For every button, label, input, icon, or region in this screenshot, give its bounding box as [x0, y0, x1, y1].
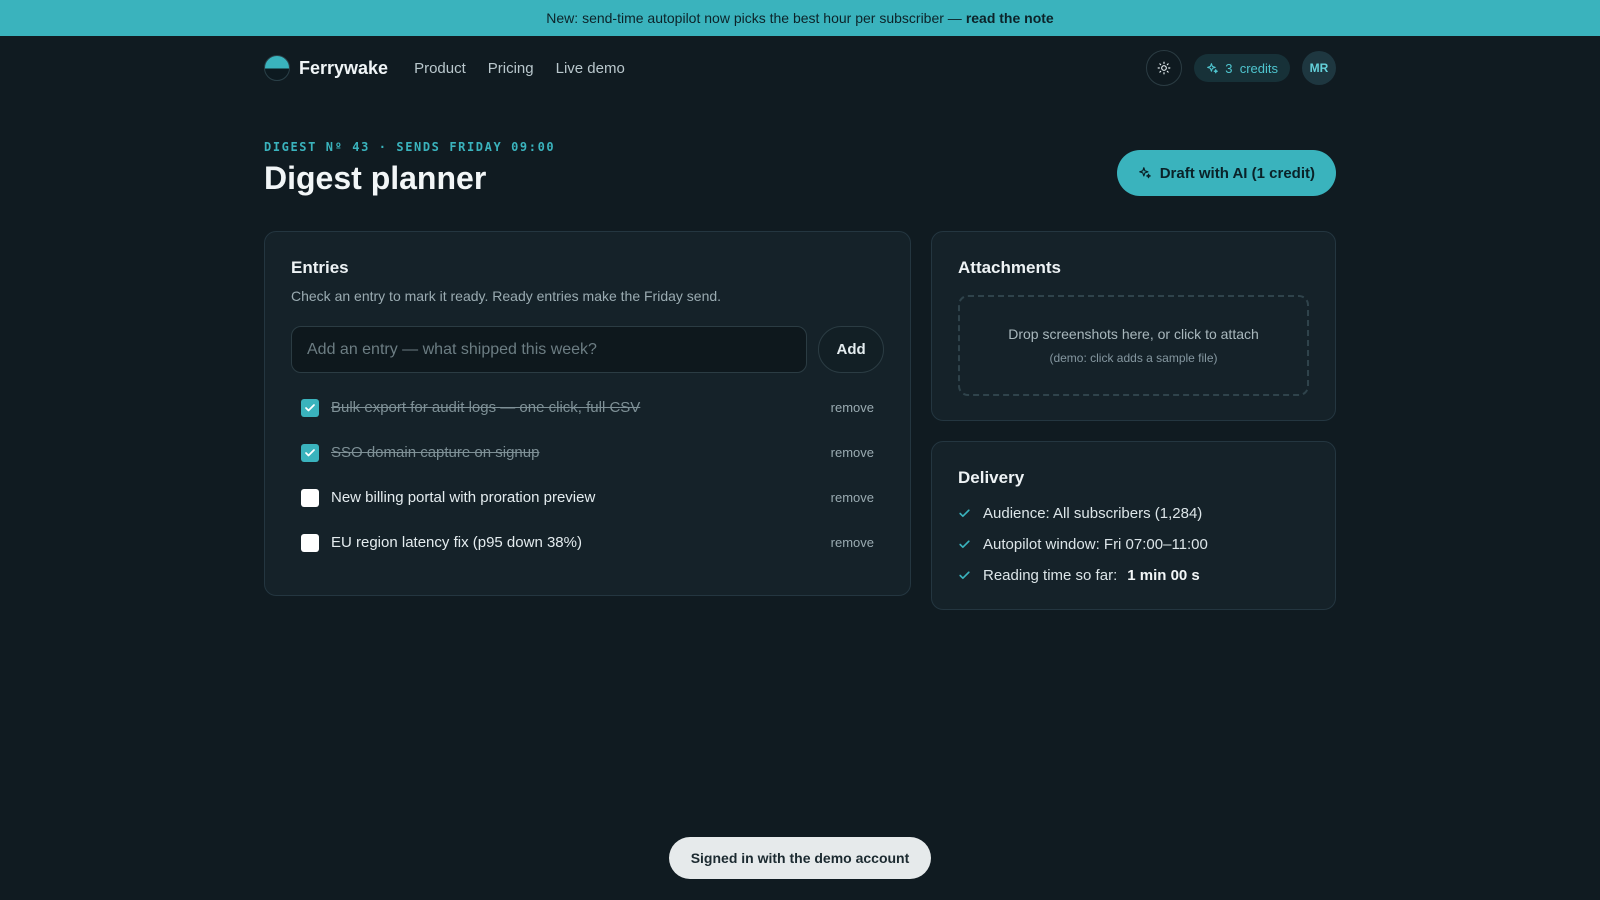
entries-title: Entries: [291, 258, 349, 277]
entry-row: New billing portal with proration previe…: [291, 475, 884, 520]
check-icon: [305, 403, 315, 411]
check-icon: [959, 509, 970, 518]
check-icon: [305, 448, 315, 456]
delivery-item-audience: Audience: All subscribers (1,284): [958, 498, 1309, 529]
entry-checkbox[interactable]: [301, 398, 319, 417]
remove-entry-link[interactable]: remove: [831, 535, 874, 550]
delivery-reading-time-label: Reading time so far:: [983, 567, 1118, 584]
entry-text: New billing portal with proration previe…: [331, 489, 596, 506]
credits-label: 3 credits: [1225, 60, 1278, 76]
brand-name: Ferrywake: [299, 57, 389, 78]
check-icon: [959, 571, 970, 580]
sparkle-icon: [1207, 62, 1219, 73]
entry-text: SSO domain capture on signup: [331, 444, 540, 461]
remove-entry-link[interactable]: remove: [831, 400, 874, 415]
nav-link-live-demo[interactable]: Live demo: [556, 60, 625, 77]
delivery-title: Delivery: [958, 468, 1025, 487]
toast-notification: Signed in with the demo account: [669, 837, 931, 879]
delivery-item-autopilot: Autopilot window: Fri 07:00–11:00: [958, 529, 1309, 560]
announcement-link[interactable]: read the note: [966, 10, 1054, 26]
draft-with-ai-button[interactable]: Draft with AI (1 credit): [1116, 150, 1336, 196]
entry-list: Bulk export for audit logs — one click, …: [291, 385, 884, 565]
delivery-autopilot-label: Autopilot window: Fri 07:00–11:00: [983, 536, 1208, 553]
page-header: DIGEST Nº 43 · SENDS FRIDAY 09:00 Digest…: [264, 140, 1336, 220]
credits-badge[interactable]: 3 credits: [1194, 54, 1290, 82]
remove-entry-link[interactable]: remove: [831, 445, 874, 460]
nav-link-pricing[interactable]: Pricing: [488, 60, 534, 77]
add-entry-button[interactable]: Add: [818, 326, 884, 373]
brand[interactable]: Ferrywake: [264, 55, 388, 81]
entry-checkbox[interactable]: [301, 443, 319, 462]
delivery-item-reading-time: Reading time so far: 1 min 00 s: [958, 560, 1309, 591]
sun-icon: [1157, 61, 1171, 75]
entry-row: EU region latency fix (p95 down 38%) remo…: [291, 520, 884, 565]
announcement-bar: New: send-time autopilot now picks the b…: [0, 0, 1600, 36]
remove-entry-link[interactable]: remove: [831, 490, 874, 505]
announcement-text: New: send-time autopilot now picks the b…: [546, 10, 962, 26]
entry-row: Bulk export for audit logs — one click, …: [291, 385, 884, 430]
entry-text: EU region latency fix (p95 down 38%): [331, 534, 582, 551]
attachments-card: Attachments Drop screenshots here, or cl…: [931, 231, 1336, 421]
check-icon: [959, 540, 970, 549]
delivery-card: Delivery Audience: All subscribers (1,28…: [931, 441, 1336, 610]
attachment-dropzone[interactable]: Drop screenshots here, or click to attac…: [958, 295, 1309, 396]
entry-checkbox[interactable]: [301, 533, 319, 552]
delivery-audience-label: Audience: All subscribers (1,284): [983, 505, 1203, 522]
reading-time-value: 1 min 00 s: [1127, 567, 1200, 584]
avatar[interactable]: MR: [1302, 51, 1336, 85]
entries-subtitle: Check an entry to mark it ready. Ready e…: [291, 288, 722, 304]
entries-card: Entries Check an entry to mark it ready.…: [264, 231, 911, 596]
entry-checkbox[interactable]: [301, 488, 319, 507]
attachments-title: Attachments: [958, 258, 1061, 277]
draft-button-label: Draft with AI (1 credit): [1159, 164, 1315, 182]
sparkle-icon: [1138, 167, 1151, 179]
entry-text: Bulk export for audit logs — one click, …: [331, 399, 641, 416]
nav-link-product[interactable]: Product: [414, 60, 466, 77]
dropzone-text: Drop screenshots here, or click to attac…: [1008, 326, 1259, 342]
dropzone-hint: (demo: click adds a sample file): [1049, 351, 1218, 365]
ferrywake-logo: [264, 55, 290, 81]
theme-toggle-button[interactable]: [1146, 50, 1183, 86]
top-nav: Ferrywake Product Pricing Live demo 3 cr…: [0, 36, 1600, 100]
entry-row: SSO domain capture on signup remove: [291, 430, 884, 475]
entry-input[interactable]: [291, 326, 808, 373]
